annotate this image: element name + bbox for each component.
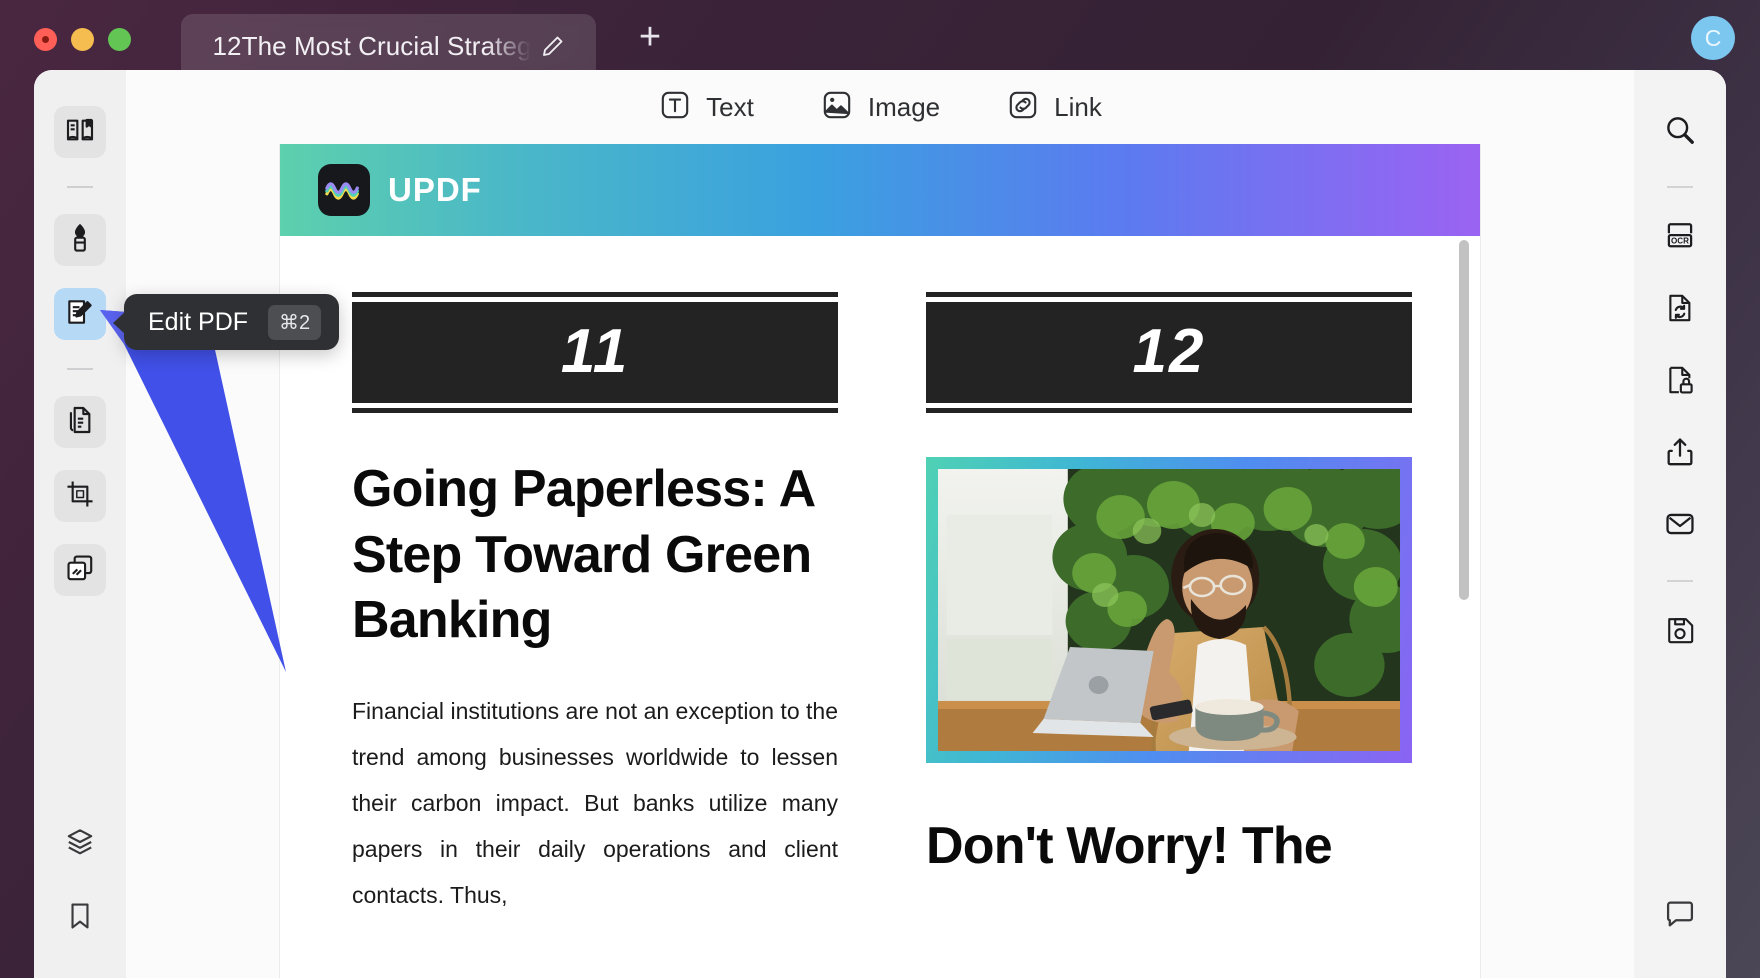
page-column-right: 12 Don't Worry! The bbox=[926, 292, 1412, 918]
sidebar-item-search[interactable] bbox=[1652, 104, 1708, 160]
sidebar-item-layers[interactable] bbox=[54, 818, 106, 870]
crop-icon bbox=[64, 478, 96, 515]
section-heading-11: Going Paperless: A Step Toward Green Ban… bbox=[352, 460, 814, 650]
highlighter-pen-icon bbox=[64, 222, 96, 259]
sidebar-item-reader-mode[interactable] bbox=[54, 106, 106, 158]
document-lock-icon bbox=[1663, 363, 1697, 402]
tooltip-edit-pdf: Edit PDF ⌘2 bbox=[112, 294, 340, 350]
sidebar-item-batch-process[interactable] bbox=[54, 544, 106, 596]
window-titlebar: 12The Most Crucial Strateg + C bbox=[0, 0, 1760, 78]
edit-document-pencil-icon bbox=[64, 296, 96, 333]
tooltip-shortcut-badge: ⌘2 bbox=[268, 304, 322, 340]
page-banner: UPDF bbox=[280, 144, 1480, 236]
right-rail-divider-2 bbox=[1667, 580, 1693, 582]
page-column-left: 11 Going Paperless: A Step Toward Green … bbox=[352, 292, 838, 918]
tooltip-label: Edit PDF bbox=[148, 307, 249, 336]
section-body-11: Financial institutions are not an except… bbox=[352, 697, 838, 908]
document-tab[interactable]: 12The Most Crucial Strateg bbox=[181, 14, 596, 78]
sidebar-item-bookmark[interactable] bbox=[54, 892, 106, 944]
updf-wordmark: UPDF bbox=[388, 171, 482, 208]
minimize-window-button[interactable] bbox=[71, 27, 94, 51]
comment-bubble-icon bbox=[1663, 897, 1697, 936]
ocr-icon: OCR bbox=[1662, 218, 1698, 259]
pdf-page[interactable]: UPDF 11 Going Paperless: A Step Toward G… bbox=[280, 144, 1480, 978]
link-chain-icon bbox=[1006, 88, 1040, 127]
traffic-light-controls bbox=[34, 27, 131, 51]
section-number-badge-11: 11 bbox=[352, 292, 838, 413]
sidebar-item-crop-page[interactable] bbox=[54, 470, 106, 522]
badge-number-12: 12 bbox=[926, 302, 1412, 403]
search-magnifier-icon bbox=[1663, 113, 1697, 152]
layers-icon bbox=[64, 826, 96, 863]
floppy-save-icon bbox=[1663, 613, 1697, 652]
sidebar-item-comments[interactable] bbox=[1652, 888, 1708, 944]
right-rail-divider-1 bbox=[1667, 186, 1693, 188]
document-refresh-icon bbox=[1663, 291, 1697, 330]
article-photo bbox=[938, 469, 1400, 751]
page-vertical-scrollbar[interactable] bbox=[1458, 162, 1470, 978]
tool-text-label: Text bbox=[706, 91, 754, 122]
badge-rule-bottom bbox=[926, 408, 1412, 413]
right-toolbar: OCR bbox=[1634, 70, 1726, 978]
left-toolbar bbox=[34, 70, 126, 978]
page-copy-icon bbox=[64, 404, 96, 441]
sidebar-item-protect[interactable] bbox=[1652, 354, 1708, 410]
badge-number-11: 11 bbox=[352, 302, 838, 403]
envelope-icon bbox=[1663, 507, 1697, 546]
badge-rule-top bbox=[352, 292, 838, 297]
tool-text[interactable]: Text bbox=[658, 88, 754, 127]
application-window: Text Image Link UPDF 11 Going Paperless:… bbox=[34, 70, 1726, 978]
sidebar-item-share[interactable] bbox=[1652, 426, 1708, 482]
svg-text:OCR: OCR bbox=[1671, 236, 1689, 245]
sidebar-item-convert-pdf[interactable] bbox=[1652, 282, 1708, 338]
section-heading-12: Don't Worry! The bbox=[926, 817, 1333, 875]
sidebar-item-edit-pdf[interactable] bbox=[54, 288, 106, 340]
sidebar-item-annotate[interactable] bbox=[54, 214, 106, 266]
updf-app-icon bbox=[318, 164, 370, 216]
sidebar-item-email[interactable] bbox=[1652, 498, 1708, 554]
sidebar-item-ocr[interactable]: OCR bbox=[1652, 210, 1708, 266]
badge-rule-bottom bbox=[352, 408, 838, 413]
avatar[interactable]: C bbox=[1691, 16, 1735, 60]
tool-image-label: Image bbox=[867, 91, 941, 122]
photo-gradient-frame[interactable] bbox=[926, 457, 1412, 763]
document-scroll-area[interactable]: UPDF 11 Going Paperless: A Step Toward G… bbox=[126, 144, 1634, 978]
tool-link[interactable]: Link bbox=[1006, 88, 1102, 127]
rail-divider-1 bbox=[67, 186, 93, 188]
section-number-badge-12: 12 bbox=[926, 292, 1412, 413]
share-upload-icon bbox=[1663, 435, 1697, 474]
image-icon bbox=[820, 88, 854, 127]
close-window-button[interactable] bbox=[34, 27, 57, 51]
badge-rule-top bbox=[926, 292, 1412, 297]
maximize-window-button[interactable] bbox=[108, 27, 131, 51]
tab-title: 12The Most Crucial Strateg bbox=[212, 30, 531, 61]
new-tab-button[interactable]: + bbox=[630, 17, 670, 57]
pencil-icon[interactable] bbox=[541, 34, 565, 58]
bookmark-icon bbox=[64, 900, 96, 937]
sidebar-item-organize-pages[interactable] bbox=[54, 396, 106, 448]
tool-image[interactable]: Image bbox=[820, 88, 940, 127]
rail-divider-2 bbox=[67, 368, 93, 370]
document-workspace: Text Image Link UPDF 11 Going Paperless:… bbox=[126, 70, 1634, 978]
page-columns: 11 Going Paperless: A Step Toward Green … bbox=[280, 236, 1480, 918]
tool-link-label: Link bbox=[1054, 91, 1102, 122]
book-reader-icon bbox=[64, 114, 96, 151]
sidebar-item-save[interactable] bbox=[1652, 604, 1708, 660]
edit-mode-toolbar: Text Image Link bbox=[126, 70, 1634, 144]
text-box-icon bbox=[658, 88, 692, 127]
scrollbar-thumb[interactable] bbox=[1459, 240, 1469, 600]
stacked-pages-icon bbox=[64, 552, 96, 589]
